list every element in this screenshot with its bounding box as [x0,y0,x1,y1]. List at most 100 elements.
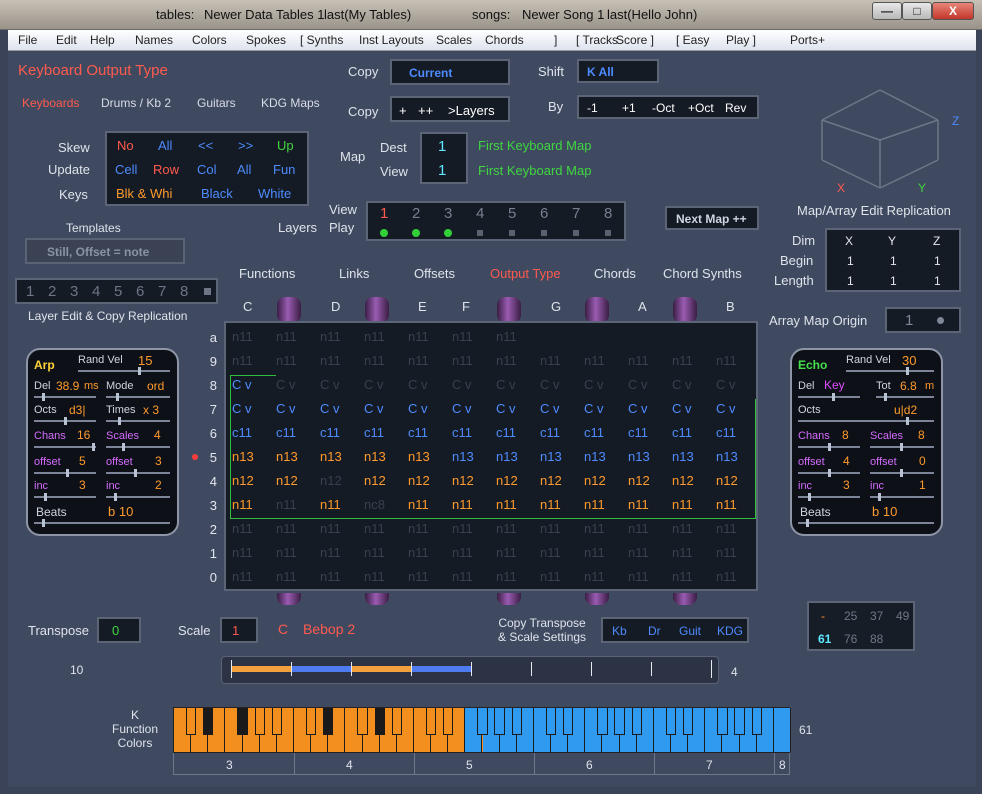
cell-9-1[interactable]: n11 [232,353,272,368]
tab-kdg-maps[interactable]: KDG Maps [261,96,320,110]
cell-3-4[interactable]: nc8 [364,497,404,512]
black-key[interactable] [683,708,694,735]
black-key-gs-bottom[interactable] [585,593,609,605]
black-key-ds-bottom[interactable] [365,593,389,605]
tab-links[interactable]: Links [339,266,369,281]
echo-del-slider[interactable] [798,393,860,401]
layer-edit-2[interactable]: 2 [48,283,56,300]
cell-3-1[interactable]: n11 [232,497,272,512]
cell-a-7[interactable]: n11 [496,329,536,344]
keys-blk-whi[interactable]: Blk & Whi [116,186,172,201]
cell-7-4[interactable]: C v [364,401,404,416]
arp-scales-slider[interactable] [106,443,170,451]
echo-chans-value[interactable]: 8 [842,428,849,442]
cell-6-5[interactable]: c11 [408,425,448,440]
cell-0-1[interactable]: n11 [232,569,272,584]
arp-octs-slider[interactable] [34,417,96,425]
cell-3-11[interactable]: n11 [672,497,712,512]
keys-white[interactable]: White [258,186,291,201]
cell-3-8[interactable]: n11 [540,497,580,512]
cell-4-4[interactable]: n12 [364,473,404,488]
piano-keyboard[interactable] [173,707,791,753]
black-key[interactable] [391,708,402,735]
black-key[interactable] [357,708,368,735]
target-kdg-button[interactable]: KDG [717,624,743,638]
echo-offset-value[interactable]: 4 [843,454,850,468]
cell-7-12[interactable]: C v [716,401,756,416]
cell-8-7[interactable]: C v [496,377,536,392]
echo-beats-value[interactable]: b 10 [872,504,897,519]
cell-3-9[interactable]: n11 [584,497,624,512]
echo-inc2-value[interactable]: 1 [919,478,926,492]
keys-black[interactable]: Black [201,186,233,201]
cell-7-8[interactable]: C v [540,401,580,416]
cell-3-10[interactable]: n11 [628,497,668,512]
black-key-ds[interactable] [365,297,389,323]
key-count-49[interactable]: 49 [896,609,909,623]
cell-0-5[interactable]: n11 [408,569,448,584]
by-plus-oct-button[interactable]: +Oct [688,101,714,115]
by-plus1-button[interactable]: +1 [622,101,636,115]
echo-inc-slider[interactable] [798,493,860,501]
play-dot-2[interactable] [412,229,420,237]
cell-6-1[interactable]: c11 [232,425,272,440]
echo-offset2-value[interactable]: 0 [919,454,926,468]
tab-chord-synths[interactable]: Chord Synths [663,266,742,281]
cell-6-11[interactable]: c11 [672,425,712,440]
by-rev-button[interactable]: Rev [725,101,746,115]
cell-2-6[interactable]: n11 [452,521,492,536]
cell-8-11[interactable]: C v [672,377,712,392]
black-key[interactable] [185,708,197,735]
black-key[interactable] [614,708,625,735]
map-view-name[interactable]: First Keyboard Map [478,163,591,178]
cell-9-11[interactable]: n11 [672,353,712,368]
play-dot-4[interactable] [477,230,483,236]
shift-field[interactable]: K All [577,59,659,83]
cell-a-1[interactable]: n11 [232,329,272,344]
cell-2-1[interactable]: n11 [232,521,272,536]
layer-2[interactable]: 2 [412,205,420,222]
layer-edit-3[interactable]: 3 [70,283,78,300]
arp-times-value[interactable]: x 3 [143,403,159,417]
cell-6-8[interactable]: c11 [540,425,580,440]
cell-4-1[interactable]: n12 [232,473,272,488]
white-key[interactable] [773,708,791,752]
black-key[interactable] [271,708,282,735]
arp-scales-value[interactable]: 4 [154,428,161,442]
cell-5-12[interactable]: n13 [716,449,756,464]
skew-left[interactable]: << [198,138,213,153]
tab-chords[interactable]: Chords [594,266,636,281]
cell-1-7[interactable]: n11 [496,545,536,560]
echo-inc2-slider[interactable] [870,493,934,501]
echo-offset-slider[interactable] [798,469,860,477]
key-count-88[interactable]: 88 [870,632,883,646]
layer-edit-1[interactable]: 1 [26,283,34,300]
tab-offsets[interactable]: Offsets [414,266,455,281]
black-key[interactable] [305,708,317,735]
arp-mode-value[interactable]: ord [147,379,164,393]
cell-8-6[interactable]: C v [452,377,492,392]
cell-5-5[interactable]: n13 [408,449,448,464]
black-key-fs[interactable] [497,297,521,323]
cell-6-9[interactable]: c11 [584,425,624,440]
cell-6-6[interactable]: c11 [452,425,492,440]
cell-3-5[interactable]: n11 [408,497,448,512]
black-key[interactable] [563,708,574,735]
black-key[interactable] [597,708,608,735]
black-key[interactable] [734,708,745,735]
arp-del-slider[interactable] [34,393,96,401]
cell-5-11[interactable]: n13 [672,449,712,464]
cell-a-5[interactable]: n11 [408,329,448,344]
cell-0-11[interactable]: n11 [672,569,712,584]
cell-6-12[interactable]: c11 [716,425,756,440]
cell-6-3[interactable]: c11 [320,425,360,440]
cell-a-6[interactable]: n11 [452,329,492,344]
layer-edit-6[interactable]: 6 [136,283,144,300]
layer-5[interactable]: 5 [508,205,516,222]
cell-9-10[interactable]: n11 [628,353,668,368]
echo-chans-slider[interactable] [798,443,860,451]
arp-del-value[interactable]: 38.9 [56,379,79,393]
cell-4-2[interactable]: n12 [276,473,316,488]
cell-5-8[interactable]: n13 [540,449,580,464]
cell-a-3[interactable]: n11 [320,329,360,344]
